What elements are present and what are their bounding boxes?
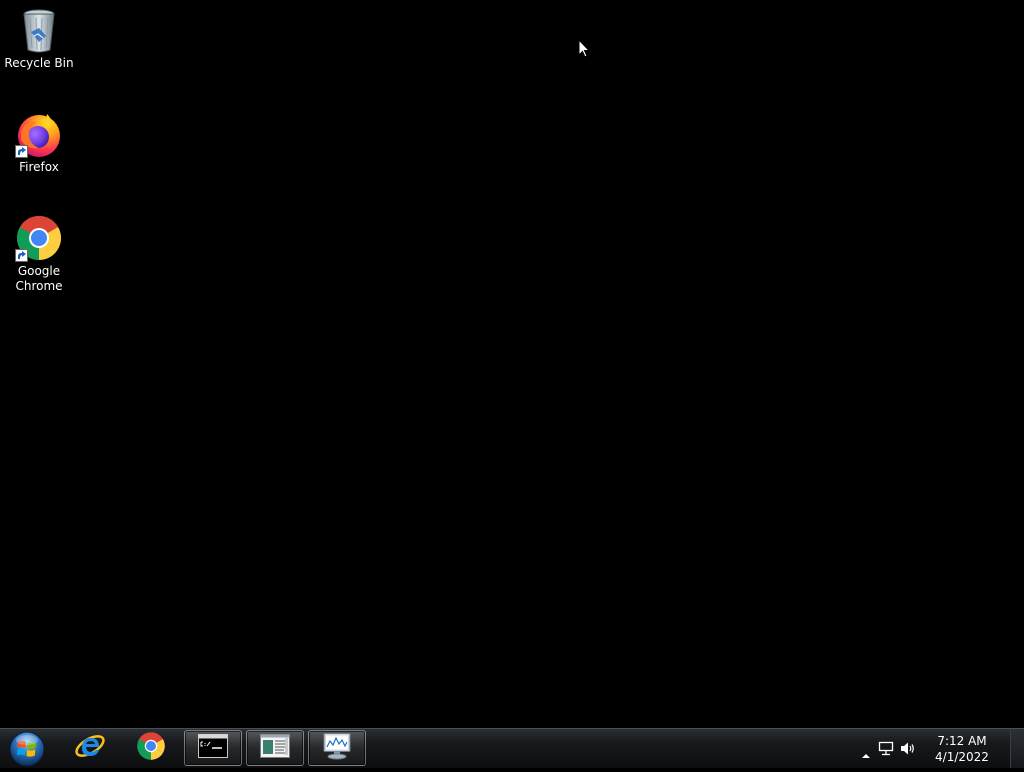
desktop-icon-label: Firefox <box>19 160 59 174</box>
clock[interactable]: 7:12 AM 4/1/2022 <box>927 733 997 765</box>
desktop-icon-label: Recycle Bin <box>4 56 74 70</box>
volume-icon[interactable] <box>900 741 916 760</box>
taskbar-internet-explorer-button[interactable] <box>61 730 119 766</box>
document-window-icon <box>260 734 290 762</box>
recycle-bin-icon <box>15 6 63 54</box>
desktop-icon-recycle-bin[interactable]: Recycle Bin <box>2 6 76 71</box>
taskbar-resource-monitor-button[interactable] <box>308 730 366 766</box>
clock-date: 4/1/2022 <box>935 750 989 764</box>
taskbar-command-prompt-button[interactable] <box>184 730 242 766</box>
start-button[interactable] <box>5 729 49 768</box>
command-prompt-icon <box>198 734 228 762</box>
firefox-icon <box>15 110 63 158</box>
desktop-icon-label: Google Chrome <box>15 264 63 293</box>
network-icon[interactable] <box>878 741 894 760</box>
chrome-icon <box>136 731 166 765</box>
clock-time: 7:12 AM <box>937 734 987 748</box>
taskbar: 7:12 AM 4/1/2022 <box>0 728 1024 768</box>
desktop-icon-google-chrome[interactable]: Google Chrome <box>2 214 76 294</box>
taskbar-chrome-button[interactable] <box>122 730 180 766</box>
internet-explorer-icon <box>74 730 106 766</box>
taskbar-document-window-button[interactable] <box>246 730 304 766</box>
shortcut-arrow-icon <box>15 145 28 158</box>
windows-start-orb-icon <box>9 731 45 767</box>
desktop-icon-firefox[interactable]: Firefox <box>2 110 76 175</box>
resource-monitor-icon <box>321 732 353 764</box>
shortcut-arrow-icon <box>15 249 28 262</box>
system-tray: 7:12 AM 4/1/2022 <box>854 729 1024 768</box>
desktop[interactable]: Recycle Bin Firefox Google Chrome <box>0 0 1024 728</box>
show-hidden-icons-arrow-icon[interactable] <box>862 744 870 763</box>
show-desktop-button[interactable] <box>1010 729 1024 768</box>
mouse-cursor-icon <box>578 38 591 58</box>
chrome-icon <box>15 214 63 262</box>
